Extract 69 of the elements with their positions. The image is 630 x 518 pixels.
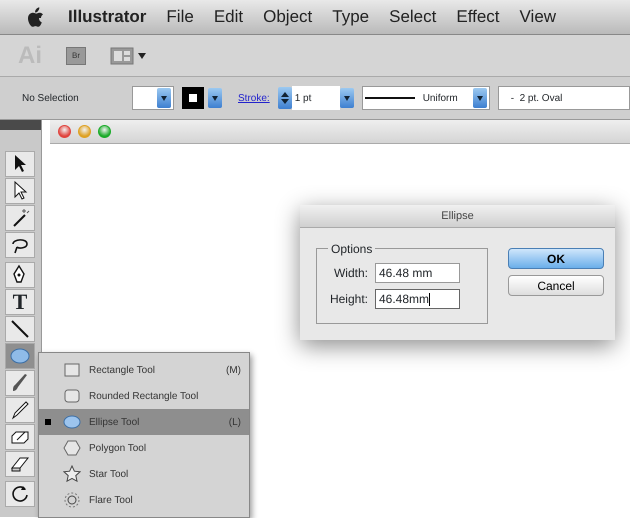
dropdown-button[interactable] (340, 88, 354, 108)
menu-item[interactable]: Effect (446, 4, 510, 30)
line-icon (9, 318, 31, 340)
up-down-arrows-icon (280, 91, 289, 105)
panel-header (0, 120, 41, 130)
direct-selection-tool-button[interactable] (5, 178, 35, 204)
field-label: Width: (332, 265, 368, 282)
input-field[interactable]: 46.48 mm (375, 263, 460, 283)
selection-label: No Selection (22, 92, 80, 106)
dialog-title: Ellipse (441, 208, 474, 224)
dropdown-button[interactable] (208, 88, 222, 108)
line-icon (364, 96, 415, 100)
polygon-icon (63, 439, 81, 457)
menu-item[interactable]: Type (322, 4, 380, 30)
menu-item[interactable]: Rectangle Tool (M) (39, 357, 249, 383)
menu-item[interactable]: View (510, 4, 566, 30)
rounded-rectangle-icon (63, 387, 81, 405)
ellipse-icon (63, 413, 81, 431)
stroke-weight-field[interactable]: 1 pt (292, 86, 340, 110)
magic-wand-tool-button[interactable] (5, 205, 35, 231)
stroke-link[interactable]: Stroke: (238, 90, 270, 106)
stroke-swatch-icon (182, 87, 204, 109)
brush-dropdown[interactable]: - 2 pt. Oval (498, 86, 630, 110)
window-control[interactable] (58, 125, 71, 138)
caret-icon (476, 96, 483, 100)
bullet-icon (45, 419, 51, 425)
shortcut-label: (L) (228, 416, 241, 430)
input-field[interactable]: 46.48mm (375, 289, 460, 309)
field-label: Height: (328, 291, 368, 308)
menu-item[interactable]: File (156, 4, 204, 30)
menu-item[interactable]: Edit (204, 4, 254, 30)
menu-item[interactable]: Object (253, 4, 322, 30)
caret-icon (212, 96, 218, 100)
blob-tool-button[interactable] (5, 424, 35, 450)
caret-icon (344, 96, 350, 100)
cancel-button[interactable]: Cancel (508, 275, 604, 296)
rectangle-icon (63, 361, 81, 379)
menu-item[interactable]: Flare Tool (39, 487, 249, 513)
caret-icon (138, 52, 146, 58)
star-icon (63, 465, 81, 483)
pencil-icon (9, 399, 31, 421)
arrange-documents-button[interactable] (110, 46, 146, 64)
line-tool-button[interactable] (5, 316, 35, 342)
menu-item[interactable]: Illustrator (58, 4, 156, 30)
stepper-button[interactable] (278, 87, 292, 109)
bridge-button[interactable]: Br (66, 46, 86, 64)
paintbrush-tool-button[interactable] (5, 370, 35, 396)
layout-icon (110, 46, 134, 64)
shortcut-label: (M) (226, 364, 241, 378)
apple-logo-icon (26, 7, 44, 27)
lasso-tool-button[interactable] (5, 232, 35, 258)
pencil-tool-button[interactable] (5, 397, 35, 423)
menu-item[interactable]: Polygon Tool (39, 435, 249, 461)
rotate-tool-button[interactable] (5, 481, 35, 507)
caret-icon (161, 96, 167, 100)
menu-item[interactable]: Select (379, 4, 446, 30)
pen-tool-button[interactable] (5, 262, 35, 288)
dropdown-button[interactable] (157, 88, 171, 108)
menu-item[interactable]: Ellipse Tool (L) (39, 409, 249, 435)
fill-swatch[interactable] (132, 86, 174, 110)
ok-button[interactable]: OK (508, 248, 604, 269)
stroke-profile-dropdown[interactable]: Uniform (362, 86, 490, 110)
menu-item[interactable]: Rounded Rectangle Tool (39, 383, 249, 409)
selection-tool-button[interactable] (5, 151, 35, 177)
flare-icon (63, 491, 81, 509)
menu-item[interactable]: Star Tool (39, 461, 249, 487)
type-tool-button[interactable]: T (5, 289, 35, 315)
dropdown-button[interactable] (472, 88, 487, 108)
eraser-tool-button[interactable] (5, 451, 35, 477)
